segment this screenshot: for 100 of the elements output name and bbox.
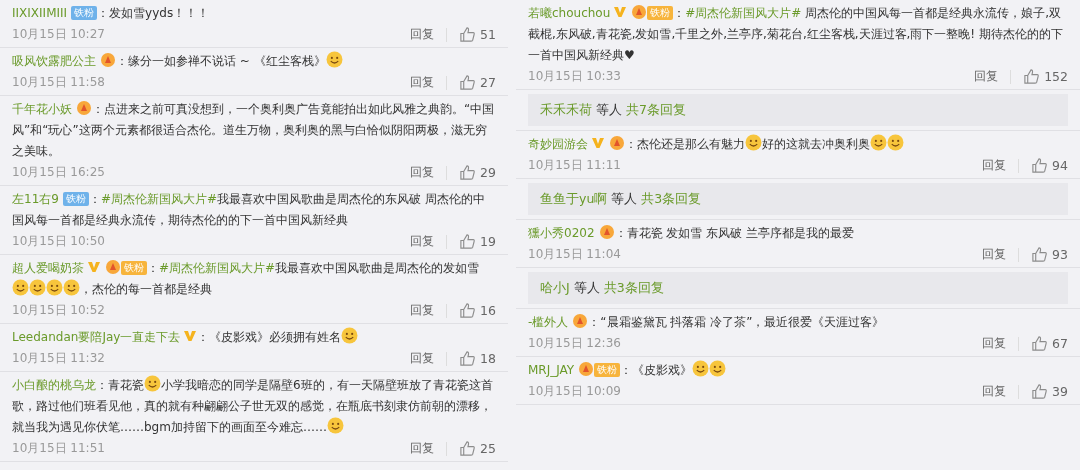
replies-label: 等人 bbox=[596, 101, 622, 119]
timestamp: 10月15日 12:36 bbox=[528, 335, 622, 352]
medal-icon bbox=[76, 100, 92, 116]
user-name-link[interactable]: 左11右9 bbox=[12, 192, 59, 206]
reply-link[interactable]: 回复 bbox=[974, 66, 999, 87]
emoji-icon bbox=[709, 360, 727, 377]
comment-text: 左11右9 铁粉 ：#周杰伦新国风大片#我最喜欢中国风歌曲是周杰伦的东风破 周杰伦的中国风每一首都是经典永流传，期待杰伦的的下一首中国风新经典 bbox=[12, 191, 486, 229]
like-button[interactable]: 39 bbox=[1031, 381, 1068, 402]
medal-icon bbox=[578, 361, 595, 377]
emoji-icon bbox=[341, 327, 359, 344]
timestamp: 10月15日 10:33 bbox=[528, 68, 622, 85]
emoji-icon bbox=[887, 134, 904, 151]
comment-text: Leedandan要陪Jay一直走下去 ：《皮影戏》必须拥有姓名 bbox=[12, 327, 496, 348]
reply-link[interactable]: 回复 bbox=[982, 381, 1007, 402]
like-button[interactable]: 19 bbox=[459, 231, 496, 252]
user-name-link[interactable]: Leedandan要陪Jay一直走下去 bbox=[12, 330, 181, 344]
thumbs-up-icon bbox=[459, 233, 477, 250]
fan-badge: 铁粉 bbox=[62, 192, 89, 206]
user-name-link[interactable]: -槛外人 bbox=[528, 315, 569, 329]
emoji-icon bbox=[144, 375, 161, 392]
like-button[interactable]: 27 bbox=[459, 72, 496, 93]
timestamp: 10月15日 11:32 bbox=[12, 350, 106, 367]
user-name-link[interactable]: 獯小秀0202 bbox=[528, 226, 595, 240]
comment-text: 若曦chouchou 铁粉 ：#周杰伦新国风大片# 周杰伦的中国风每一首都是经典永流传，娘子,双截棍,东风破,青花瓷,发如雪,千里之外,兰亭序,菊花台,红尘客栈,天涯过客,雨下一整晚! 期待杰伦的的下一首中国风新经典♥ bbox=[528, 3, 1064, 64]
comment-text: 獯小秀0202 ：青花瓷 发如雪 东风破 兰亭序都是我的最爱 bbox=[528, 223, 855, 242]
reply-link[interactable]: 回复 bbox=[410, 72, 435, 93]
user-name-link[interactable]: 超人爱喝奶茶 bbox=[12, 261, 84, 275]
user-name-link[interactable]: 哈小J bbox=[540, 278, 570, 298]
thumbs-up-icon bbox=[459, 350, 477, 367]
like-button[interactable]: 16 bbox=[459, 300, 496, 321]
timestamp: 10月15日 10:52 bbox=[12, 302, 106, 319]
fan-badge: 铁粉 bbox=[594, 363, 621, 377]
emoji-icon bbox=[325, 51, 343, 68]
more-replies-bar[interactable]: 禾禾禾荷 等人 共7条回复 bbox=[528, 94, 1068, 126]
user-name-link[interactable]: 若曦chouchou bbox=[528, 6, 611, 20]
user-name-link[interactable]: 奇妙园游会 bbox=[528, 137, 588, 151]
reply-link[interactable]: 回复 bbox=[410, 24, 435, 45]
thumbs-up-icon bbox=[1031, 246, 1049, 263]
thumbs-up-icon bbox=[459, 26, 477, 43]
user-name-link[interactable]: 禾禾禾荷 bbox=[540, 100, 592, 120]
replies-label: 等人 bbox=[611, 190, 638, 208]
medal-icon bbox=[100, 52, 116, 68]
user-name-link[interactable]: 鱼鱼于yu啊 bbox=[540, 189, 608, 209]
replies-label: 等人 bbox=[573, 279, 600, 297]
like-button[interactable]: 25 bbox=[459, 438, 496, 459]
timestamp: 10月15日 10:50 bbox=[12, 233, 106, 250]
thumbs-up-icon bbox=[1023, 68, 1041, 85]
emoji-icon bbox=[326, 417, 344, 434]
reply-link[interactable]: 回复 bbox=[410, 438, 435, 459]
emoji-icon bbox=[692, 360, 710, 377]
like-button[interactable]: 152 bbox=[1023, 66, 1068, 87]
topic-link[interactable]: #周杰伦新国风大片# bbox=[159, 261, 276, 275]
thumbs-up-icon bbox=[459, 164, 477, 181]
reply-link[interactable]: 回复 bbox=[982, 244, 1007, 265]
thumbs-up-icon bbox=[1031, 157, 1049, 174]
timestamp: 10月15日 11:04 bbox=[528, 246, 622, 263]
reply-count-link[interactable]: 共3条回复 bbox=[641, 189, 702, 209]
reply-link[interactable]: 回复 bbox=[410, 348, 435, 369]
timestamp: 10月15日 11:58 bbox=[12, 74, 106, 91]
topic-link[interactable]: #周杰伦新国风大片# bbox=[685, 6, 802, 20]
user-name-link[interactable]: IIXIXIIMIII bbox=[12, 6, 68, 20]
timestamp: 10月15日 11:11 bbox=[528, 157, 622, 174]
like-button[interactable]: 94 bbox=[1031, 155, 1068, 176]
comment-text: 小白酿的桃乌龙：青花瓷 小学我暗恋的同学是隔壁6班的，有一天隔壁班放了青花瓷这首歌，路过他们班看见他，真的就有种翩翩公子世无双的感觉，在瓶底书刻隶仿前朝的漂移，就当我为遇见你伏笔……bgm加持留下的画面至今难忘…… bbox=[12, 375, 496, 438]
comment-text: IIXIXIIMIII 铁粉 ：发如雪yyds！！！ bbox=[12, 5, 211, 22]
user-name-link[interactable]: 千年花小妖 bbox=[12, 102, 72, 116]
emoji-icon bbox=[12, 279, 29, 296]
reply-link[interactable]: 回复 bbox=[982, 333, 1007, 354]
thumbs-up-icon bbox=[459, 74, 477, 91]
like-button[interactable]: 93 bbox=[1031, 244, 1068, 265]
like-button[interactable]: 67 bbox=[1031, 333, 1068, 354]
timestamp: 10月15日 10:09 bbox=[528, 383, 622, 400]
reply-link[interactable]: 回复 bbox=[410, 300, 435, 321]
emoji-icon bbox=[29, 279, 46, 296]
thumbs-up-icon bbox=[1031, 335, 1049, 352]
medal-icon bbox=[598, 224, 615, 240]
more-replies-bar[interactable]: 鱼鱼于yu啊 等人 共3条回复 bbox=[528, 183, 1068, 215]
medal-icon bbox=[105, 259, 121, 275]
thumbs-up-icon bbox=[459, 302, 477, 319]
user-name-link[interactable]: 小白酿的桃乌龙 bbox=[12, 378, 96, 392]
like-button[interactable]: 18 bbox=[459, 348, 496, 369]
reply-link[interactable]: 回复 bbox=[410, 231, 435, 252]
user-name-link[interactable]: MRJ_JAY bbox=[528, 363, 575, 377]
reply-count-link[interactable]: 共3条回复 bbox=[603, 278, 664, 298]
fan-badge: 铁粉 bbox=[121, 261, 147, 275]
medal-icon bbox=[609, 135, 625, 151]
comment-text: 千年花小妖 ：点进来之前可真没想到，一个奥利奥广告竟能拍出如此风雅之典韵。“中国风”和“玩心”这两个元素都很适合杰伦。道生万物，奥利奥的黑与白恰似阴阳两极，滋无穷之美味。 bbox=[12, 99, 496, 160]
reply-link[interactable]: 回复 bbox=[982, 155, 1007, 176]
reply-link[interactable]: 回复 bbox=[410, 162, 435, 183]
user-name-link[interactable]: 吸风饮露肥公主 bbox=[12, 54, 96, 68]
topic-link[interactable]: #周杰伦新国风大片# bbox=[100, 192, 217, 206]
reply-count-link[interactable]: 共7条回复 bbox=[626, 100, 686, 120]
thumbs-up-icon bbox=[459, 440, 477, 457]
like-button[interactable]: 51 bbox=[459, 24, 496, 45]
like-button[interactable]: 29 bbox=[459, 162, 496, 183]
comment-text: 吸风饮露肥公主 ：缘分一如参禅不说话 ~ 《红尘客栈》 bbox=[12, 51, 496, 72]
more-replies-bar[interactable]: 哈小J 等人 共3条回复 bbox=[528, 272, 1068, 304]
comment-text: 奇妙园游会 ：杰伦还是那么有魅力 好的这就去冲奥利奥 bbox=[528, 134, 1068, 155]
comment-text: 超人爱喝奶茶 铁粉 ：#周杰伦新国风大片#我最喜欢中国风歌曲是周杰伦的发如雪 ，杰伦的每一首都是经典 bbox=[12, 258, 481, 298]
comment-text: MRJ_JAY 铁粉 ：《皮影戏》 bbox=[528, 360, 1068, 381]
